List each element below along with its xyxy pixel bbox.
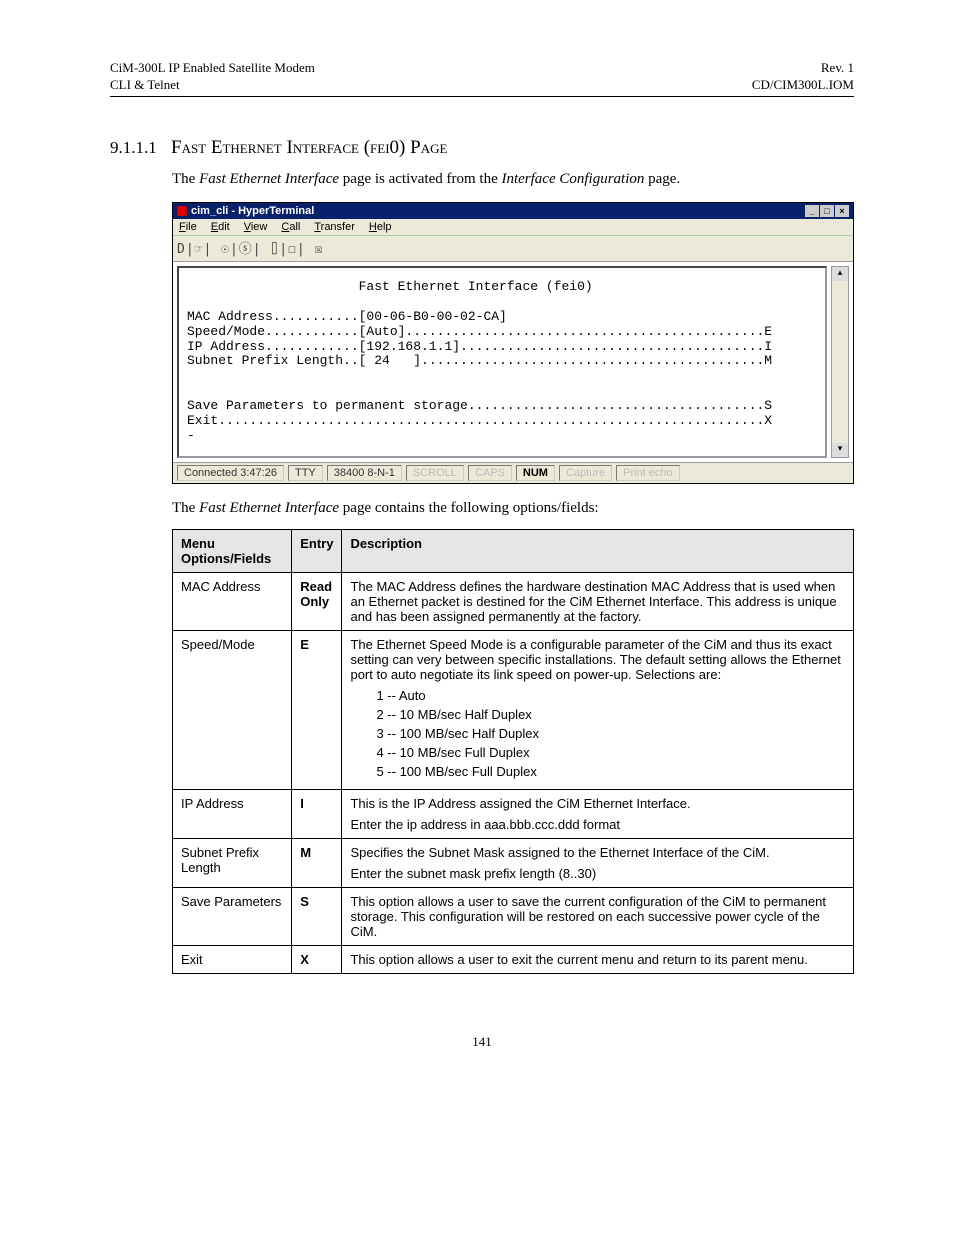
table-row: Subnet Prefix LengthMSpecifies the Subne… — [173, 839, 854, 888]
status-num: NUM — [516, 465, 555, 481]
window-title: cim_cli - HyperTerminal — [191, 205, 314, 217]
status-caps: CAPS — [468, 465, 512, 481]
option-entry: E — [292, 631, 342, 790]
section-heading: 9.1.1.1 Fast Ethernet Interface (fei0) P… — [110, 137, 854, 159]
header-rev: Rev. 1 — [752, 60, 854, 77]
option-entry: I — [292, 790, 342, 839]
status-connected: Connected 3:47:26 — [177, 465, 284, 481]
menu-item[interactable]: View — [244, 221, 268, 233]
option-entry: S — [292, 888, 342, 946]
menu-item[interactable]: File — [179, 221, 197, 233]
header-right: Rev. 1 CD/CIM300L.IOM — [752, 60, 854, 94]
table-header-row: Menu Options/Fields Entry Description — [173, 530, 854, 573]
col-header-option: Menu Options/Fields — [173, 530, 292, 573]
hyperterminal-window: cim_cli - HyperTerminal _□× File Edit View… — [172, 202, 854, 484]
status-tty: TTY — [288, 465, 323, 481]
table-row: MAC AddressReadOnlyThe MAC Address defin… — [173, 573, 854, 631]
terminal-output[interactable]: Fast Ethernet Interface (fei0) MAC Addre… — [177, 266, 827, 458]
menu-item[interactable]: Transfer — [314, 221, 355, 233]
header-doc: CD/CIM300L.IOM — [752, 77, 854, 94]
menu-bar: File Edit View Call Transfer Help — [173, 219, 853, 236]
toolbar: D|☞| ☉|ⓢ| ⌷|☐| ☒ — [173, 236, 853, 262]
option-name: Speed/Mode — [173, 631, 292, 790]
option-desc: Specifies the Subnet Mask assigned to th… — [342, 839, 854, 888]
selection-item: 1 -- Auto — [376, 688, 845, 703]
header-section: CLI & Telnet — [110, 77, 315, 94]
section-title: Fast Ethernet Interface (fei0) Page — [171, 137, 447, 158]
status-baud: 38400 8-N-1 — [327, 465, 402, 481]
option-desc: The MAC Address defines the hardware des… — [342, 573, 854, 631]
table-row: Speed/ModeEThe Ethernet Speed Mode is a … — [173, 631, 854, 790]
option-entry: X — [292, 946, 342, 974]
selection-item: 5 -- 100 MB/sec Full Duplex — [376, 764, 845, 779]
selection-item: 4 -- 10 MB/sec Full Duplex — [376, 745, 845, 760]
close-button[interactable]: × — [835, 205, 849, 217]
menu-item[interactable]: Call — [281, 221, 300, 233]
page-header: CiM-300L IP Enabled Satellite Modem CLI … — [110, 60, 854, 97]
option-name: MAC Address — [173, 573, 292, 631]
minimize-button[interactable]: _ — [805, 205, 819, 217]
selection-item: 2 -- 10 MB/sec Half Duplex — [376, 707, 845, 722]
col-header-entry: Entry — [292, 530, 342, 573]
option-desc: This is the IP Address assigned the CiM … — [342, 790, 854, 839]
col-header-desc: Description — [342, 530, 854, 573]
header-left: CiM-300L IP Enabled Satellite Modem CLI … — [110, 60, 315, 94]
scroll-down-icon[interactable]: ▾ — [832, 443, 848, 457]
option-name: Subnet Prefix Length — [173, 839, 292, 888]
scrollbar[interactable]: ▴ ▾ — [831, 266, 849, 458]
option-desc: This option allows a user to save the cu… — [342, 888, 854, 946]
status-capture: Capture — [559, 465, 612, 481]
app-icon — [177, 206, 187, 216]
window-controls: _□× — [804, 205, 849, 217]
menu-item[interactable]: Edit — [211, 221, 230, 233]
table-row: ExitXThis option allows a user to exit t… — [173, 946, 854, 974]
section-number: 9.1.1.1 — [110, 138, 157, 157]
selection-item: 3 -- 100 MB/sec Half Duplex — [376, 726, 845, 741]
scroll-up-icon[interactable]: ▴ — [832, 267, 848, 281]
option-name: Exit — [173, 946, 292, 974]
header-product: CiM-300L IP Enabled Satellite Modem — [110, 60, 315, 77]
options-table: Menu Options/Fields Entry Description MA… — [172, 529, 854, 974]
option-entry: ReadOnly — [292, 573, 342, 631]
table-row: Save ParametersSThis option allows a use… — [173, 888, 854, 946]
option-name: IP Address — [173, 790, 292, 839]
intro-paragraph: The Fast Ethernet Interface page is acti… — [172, 171, 854, 188]
status-bar: Connected 3:47:26 TTY 38400 8-N-1 SCROLL… — [173, 462, 853, 483]
page-number: 141 — [110, 1034, 854, 1050]
window-titlebar: cim_cli - HyperTerminal _□× — [173, 203, 853, 219]
option-desc: The Ethernet Speed Mode is a configurabl… — [342, 631, 854, 790]
option-desc: This option allows a user to exit the cu… — [342, 946, 854, 974]
menu-item[interactable]: Help — [369, 221, 392, 233]
post-intro-paragraph: The Fast Ethernet Interface page contain… — [172, 500, 854, 517]
maximize-button[interactable]: □ — [820, 205, 834, 217]
option-entry: M — [292, 839, 342, 888]
status-scroll: SCROLL — [406, 465, 464, 481]
status-echo: Print echo — [616, 465, 680, 481]
option-name: Save Parameters — [173, 888, 292, 946]
table-row: IP AddressIThis is the IP Address assign… — [173, 790, 854, 839]
